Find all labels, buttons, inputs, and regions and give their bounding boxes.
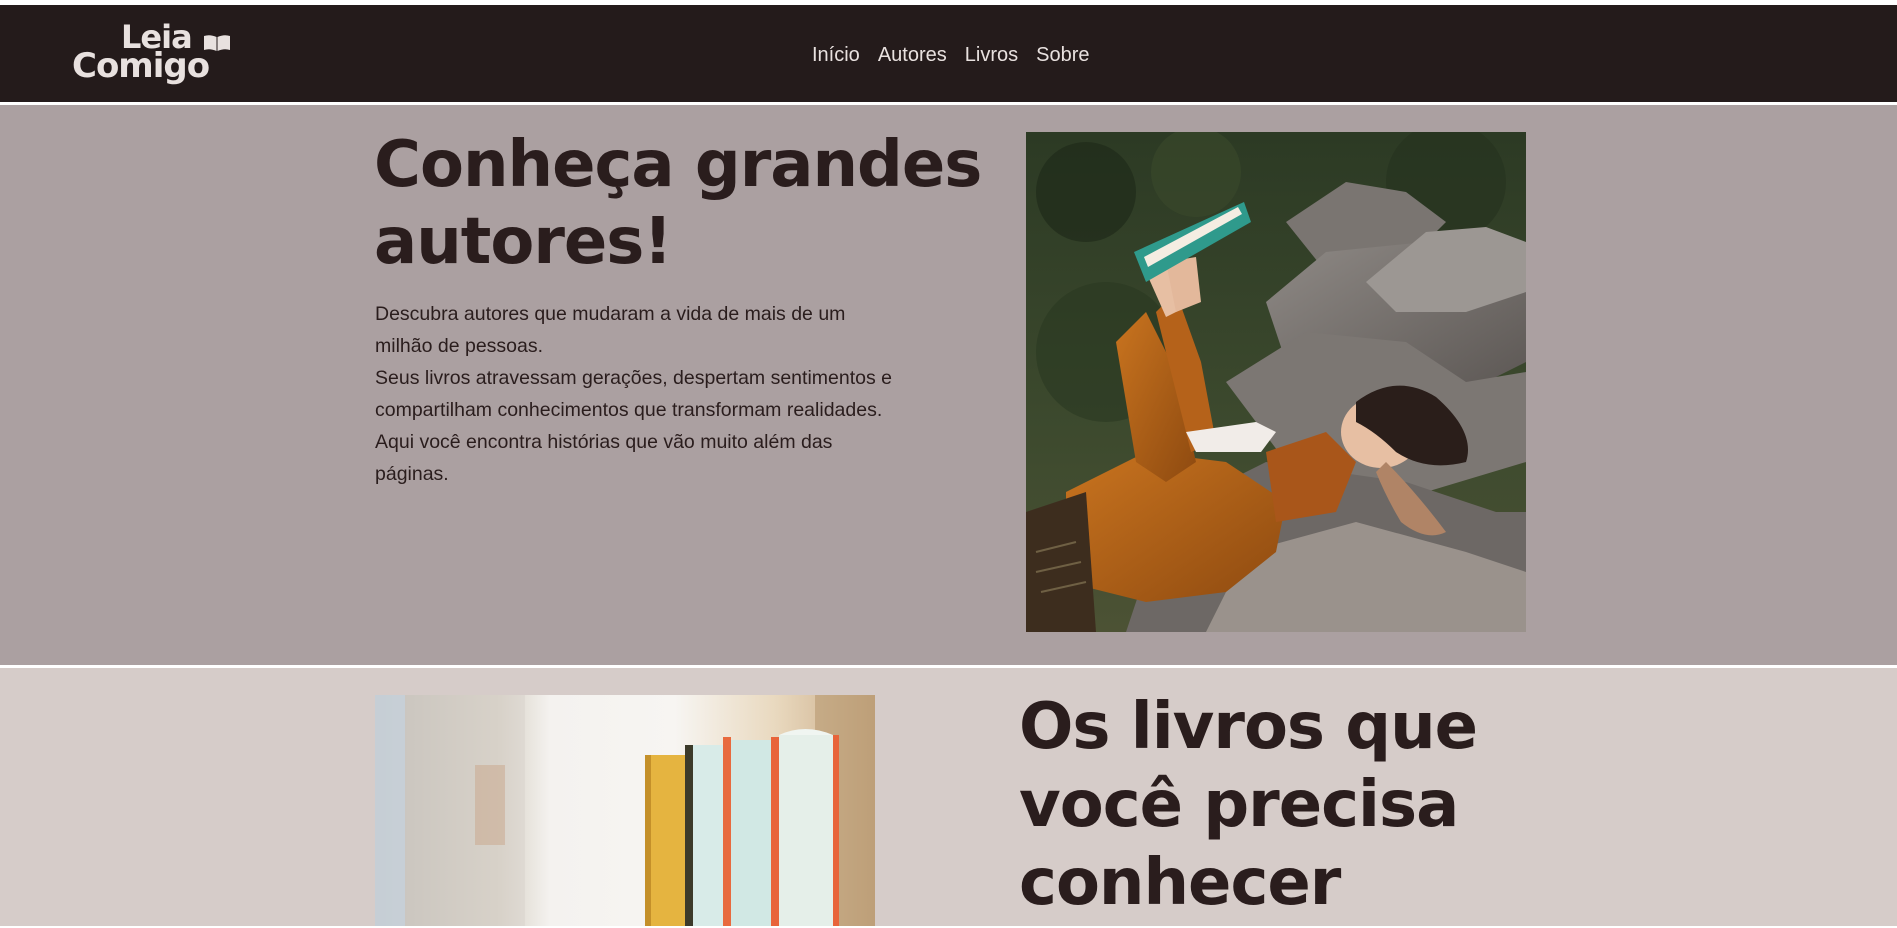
- books-illustration: [375, 695, 875, 928]
- hero-title: Conheça grandes autores!: [374, 128, 982, 279]
- page: Leia Comigo Início Autores Livros Sobre …: [0, 0, 1897, 928]
- hero-paragraph-2: Seus livros atravessam gerações, despert…: [375, 367, 892, 485]
- woman-reading-photo: [1026, 132, 1526, 632]
- logo-text-line2: Comigo: [72, 46, 210, 86]
- hero-paragraph-1: Descubra autores que mudaram a vida de m…: [375, 303, 846, 357]
- hero-section: Conheça grandes autores! Descubra autore…: [0, 105, 1897, 665]
- woman-reading-illustration: [1026, 132, 1526, 632]
- books-photo: [375, 695, 875, 928]
- site-logo[interactable]: Leia Comigo: [72, 19, 242, 89]
- nav-item-autores[interactable]: Autores: [878, 45, 947, 65]
- books-section: Os livros que você precisa conhecer: [0, 668, 1897, 928]
- site-header: Leia Comigo Início Autores Livros Sobre: [0, 5, 1897, 102]
- hero-description: Descubra autores que mudaram a vida de m…: [375, 298, 900, 490]
- main-nav: Início Autores Livros Sobre: [812, 45, 1089, 65]
- nav-item-inicio[interactable]: Início: [812, 45, 860, 65]
- nav-item-livros[interactable]: Livros: [965, 45, 1018, 65]
- nav-item-sobre[interactable]: Sobre: [1036, 45, 1089, 65]
- books-section-title: Os livros que você precisa conhecer: [1019, 690, 1478, 920]
